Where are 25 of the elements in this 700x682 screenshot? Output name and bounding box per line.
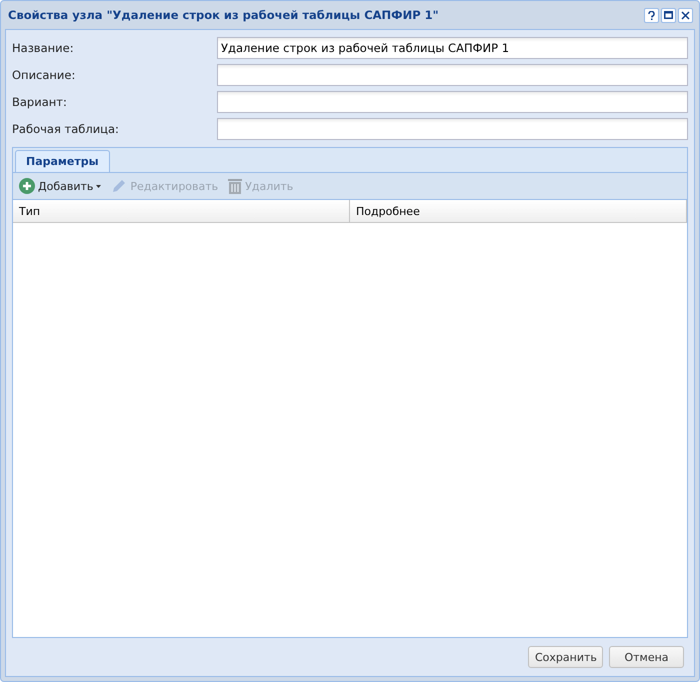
tab[interactable]: Параметры xyxy=(15,150,110,172)
column-header[interactable]: Тип xyxy=(13,200,350,222)
help-icon xyxy=(647,10,656,20)
maximize-button[interactable] xyxy=(661,8,676,22)
plus-icon xyxy=(19,178,35,194)
cancel-button[interactable]: Отмена xyxy=(609,646,684,668)
text-field[interactable] xyxy=(217,64,688,86)
toolbar-button[interactable]: Добавить xyxy=(16,176,104,196)
field-label: Описание: xyxy=(12,68,76,82)
window-title: Свойства узла "Удаление строк из рабочей таблицы САПФИР 1" xyxy=(8,8,439,22)
column-header[interactable]: Подробнее xyxy=(350,200,687,222)
close-button[interactable] xyxy=(678,8,693,22)
save-button[interactable]: Сохранить xyxy=(528,646,603,668)
caret-icon xyxy=(96,184,102,188)
text-field[interactable] xyxy=(217,118,688,140)
trash-icon xyxy=(228,178,242,194)
field-label: Название: xyxy=(12,40,75,54)
text-field[interactable] xyxy=(217,90,688,112)
pencil-icon xyxy=(111,178,128,194)
maximize-icon xyxy=(664,11,673,19)
close-icon xyxy=(681,10,690,20)
field-label: Рабочая таблица: xyxy=(12,122,120,136)
field-label: Вариант: xyxy=(12,94,68,108)
help-button[interactable] xyxy=(644,8,659,22)
text-field[interactable]: Удаление строк из рабочей таблицы САПФИР 1 xyxy=(217,36,688,58)
